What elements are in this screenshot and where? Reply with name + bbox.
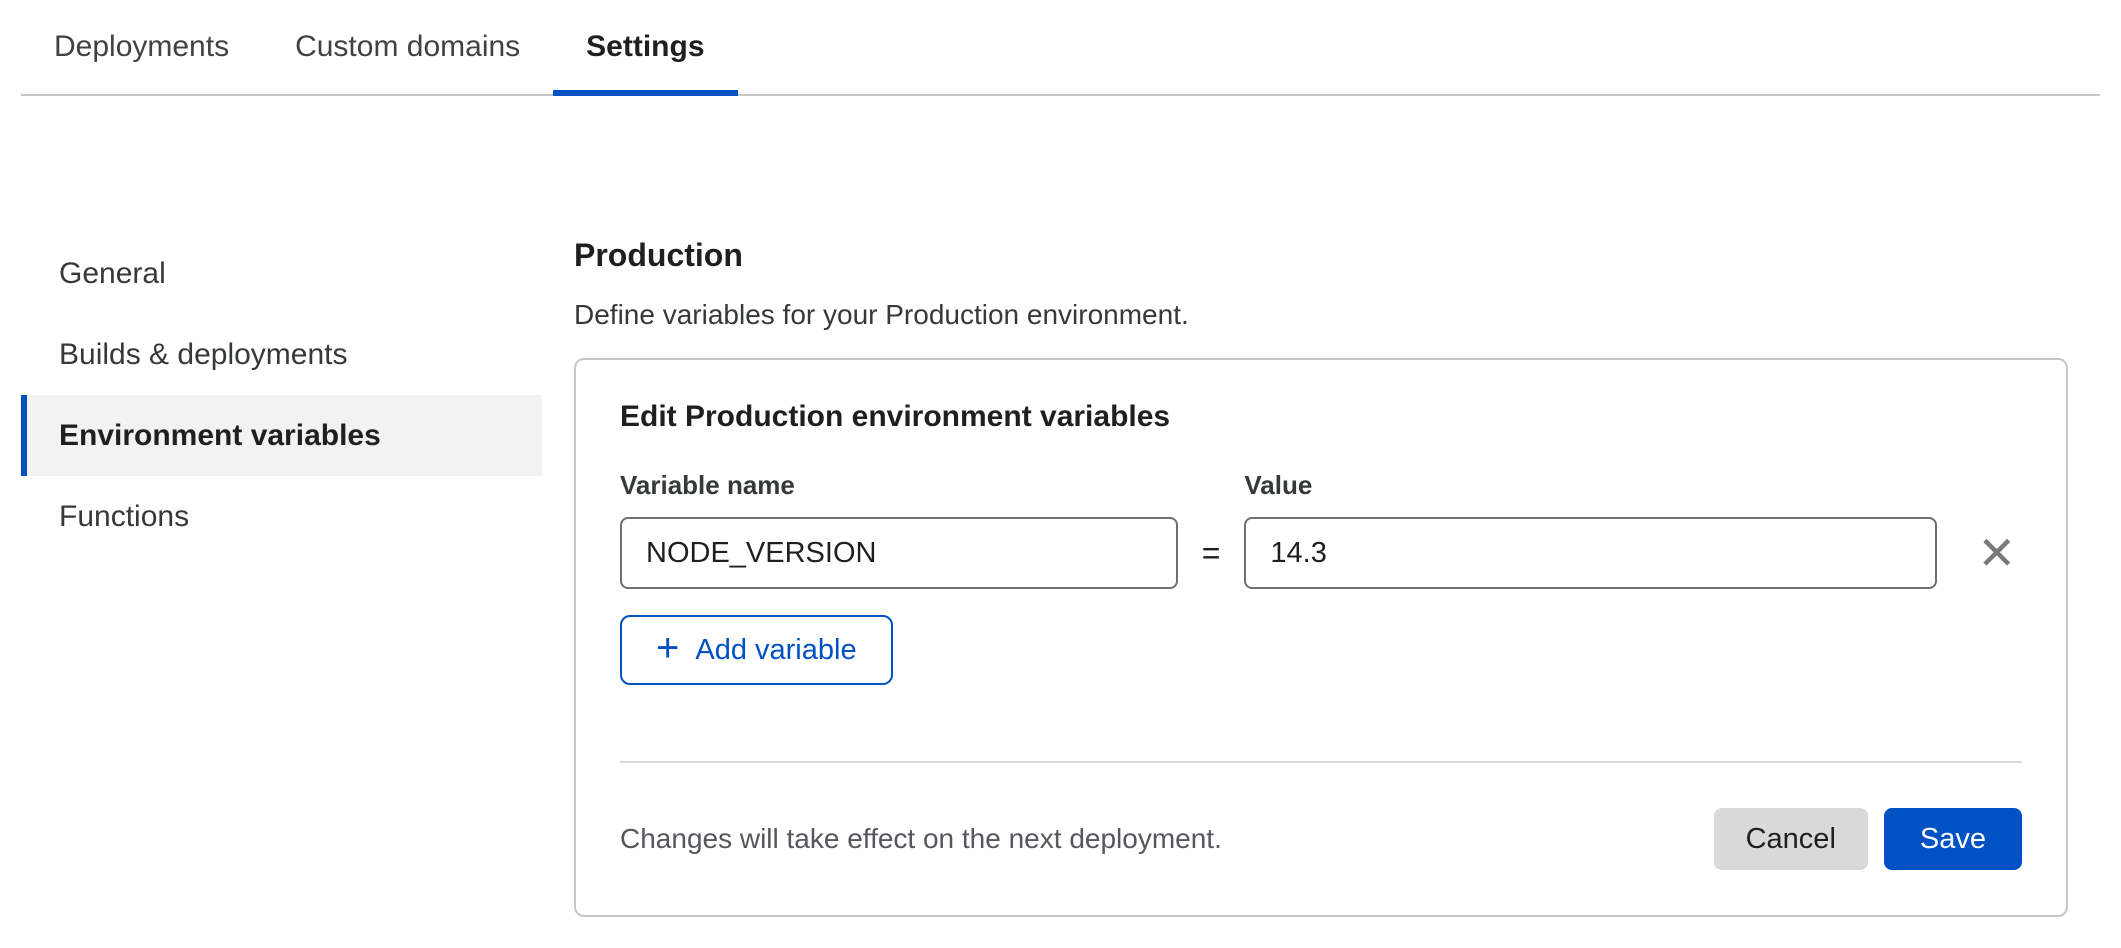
card-title: Edit Production environment variables	[620, 400, 2022, 434]
tab-settings[interactable]: Settings	[553, 0, 737, 94]
project-tab-bar: Deployments Custom domains Settings	[21, 0, 2100, 96]
sidebar-item-environment-variables[interactable]: Environment variables	[21, 395, 542, 476]
page-description: Define variables for your Production env…	[574, 299, 2068, 331]
value-label: Value	[1244, 470, 1937, 501]
footer-actions: Cancel Save	[1714, 808, 2022, 870]
environment-variables-card: Edit Production environment variables Va…	[574, 358, 2068, 917]
cancel-button[interactable]: Cancel	[1714, 808, 1868, 870]
value-field-group: Value	[1244, 470, 1937, 589]
settings-sidebar: General Builds & deployments Environment…	[21, 233, 542, 557]
card-footer: Changes will take effect on the next dep…	[620, 763, 2022, 915]
sidebar-item-builds-deployments[interactable]: Builds & deployments	[21, 314, 542, 395]
settings-page: Deployments Custom domains Settings Gene…	[0, 0, 2121, 948]
tab-deployments[interactable]: Deployments	[21, 0, 262, 94]
variable-name-label: Variable name	[620, 470, 1178, 501]
remove-variable-icon[interactable]: ✕	[1971, 517, 2022, 589]
variable-name-field-group: Variable name	[620, 470, 1178, 589]
page-title: Production	[574, 237, 2068, 274]
plus-icon: +	[656, 628, 679, 668]
variable-name-input[interactable]	[620, 517, 1178, 589]
variable-row: Variable name = Value ✕	[620, 470, 2022, 589]
save-button[interactable]: Save	[1884, 808, 2022, 870]
tab-custom-domains[interactable]: Custom domains	[262, 0, 553, 94]
sidebar-item-general[interactable]: General	[21, 233, 542, 314]
value-input[interactable]	[1244, 517, 1937, 589]
main-panel: Production Define variables for your Pro…	[574, 233, 2068, 917]
equals-sign: =	[1202, 517, 1221, 589]
content-area: General Builds & deployments Environment…	[0, 96, 2121, 917]
sidebar-item-functions[interactable]: Functions	[21, 476, 542, 557]
add-variable-label: Add variable	[695, 634, 856, 667]
add-variable-button[interactable]: + Add variable	[620, 615, 893, 685]
footer-note: Changes will take effect on the next dep…	[620, 823, 1222, 855]
